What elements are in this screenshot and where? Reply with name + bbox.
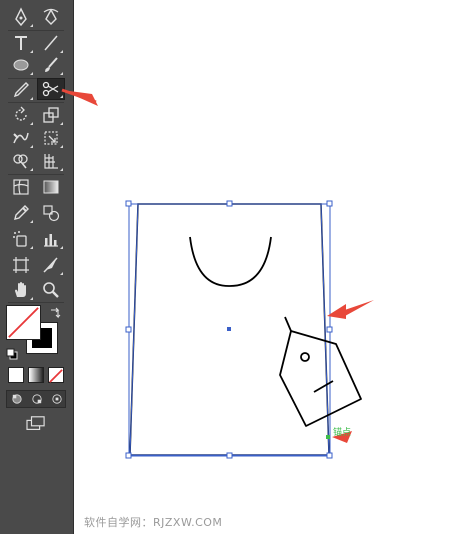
scissors-cursor — [279, 316, 362, 427]
anchor-point-marker — [326, 435, 330, 439]
handle-bottom-right[interactable] — [326, 452, 333, 459]
handle-top-right[interactable] — [326, 200, 333, 207]
handle-middle-left[interactable] — [125, 326, 132, 333]
handle-top-center[interactable] — [226, 200, 233, 207]
handle-bottom-left[interactable] — [125, 452, 132, 459]
canvas[interactable] — [0, 0, 451, 534]
handle-top-left[interactable] — [125, 200, 132, 207]
center-point — [227, 327, 231, 331]
handle-middle-right[interactable] — [326, 326, 333, 333]
mouth-arc[interactable] — [189, 236, 272, 287]
handle-bottom-center[interactable] — [226, 452, 233, 459]
watermark-text: 软件自学网：RJZXW.COM — [84, 516, 223, 529]
anchor-label: 锚点 — [333, 428, 352, 438]
